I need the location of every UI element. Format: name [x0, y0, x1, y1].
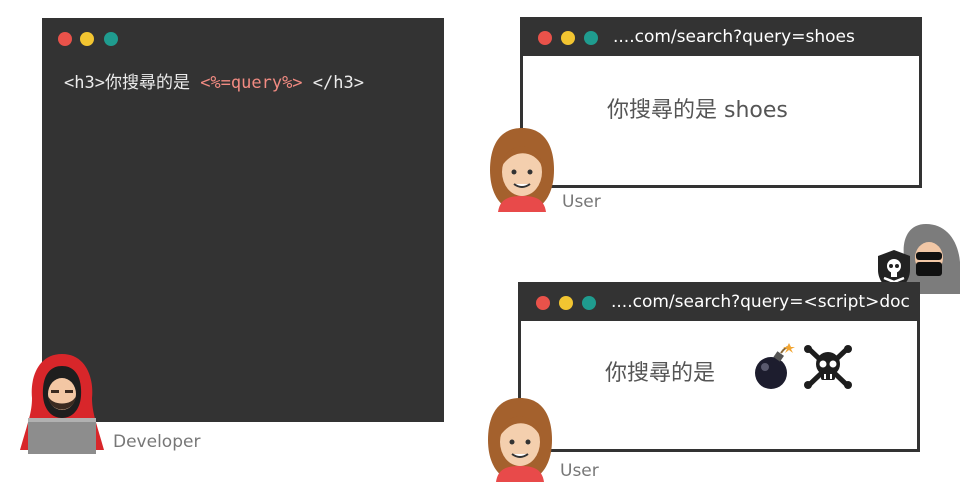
window-minimize-dot	[561, 31, 575, 45]
window-close-dot	[538, 31, 552, 45]
window-minimize-dot	[559, 296, 573, 310]
user-label-top: User	[562, 192, 601, 212]
browser-content: 你搜尋的是 shoes	[523, 56, 919, 185]
template-code-line: <h3>你搜尋的是 <%=query%> </h3>	[64, 68, 364, 93]
bomb-icon	[755, 343, 795, 389]
window-maximize-dot	[104, 32, 118, 46]
code-suffix: </h3>	[302, 73, 364, 93]
search-result-text: 你搜尋的是	[605, 361, 716, 386]
address-bar-url[interactable]: ....com/search?query=shoes	[613, 27, 855, 47]
user-label-bottom: User	[560, 461, 599, 481]
user-avatar-icon	[490, 128, 554, 212]
search-result-text: 你搜尋的是 shoes	[607, 98, 788, 123]
code-prefix: <h3>你搜尋的是	[64, 73, 201, 93]
browser-content: 你搜尋的是	[521, 321, 917, 449]
window-maximize-dot	[582, 296, 596, 310]
browser-titlebar: ....com/search?query=<script>doc	[521, 285, 917, 321]
malicious-address-bar-url[interactable]: ....com/search?query=<script>doc	[611, 292, 910, 312]
skull-crossbones-icon	[804, 345, 852, 389]
window-close-dot	[58, 32, 72, 46]
window-minimize-dot	[80, 32, 94, 46]
user-browser-window: ....com/search?query=shoes 你搜尋的是 shoes	[520, 17, 922, 188]
developer-label: Developer	[113, 432, 201, 452]
user-avatar-icon	[488, 398, 552, 482]
window-maximize-dot	[584, 31, 598, 45]
hooded-developer-icon	[20, 354, 104, 454]
code-query-placeholder: <%=query%>	[200, 73, 303, 93]
browser-titlebar: ....com/search?query=shoes	[523, 20, 919, 56]
window-close-dot	[536, 296, 550, 310]
attacked-browser-window: ....com/search?query=<script>doc 你搜尋的是	[518, 282, 920, 452]
